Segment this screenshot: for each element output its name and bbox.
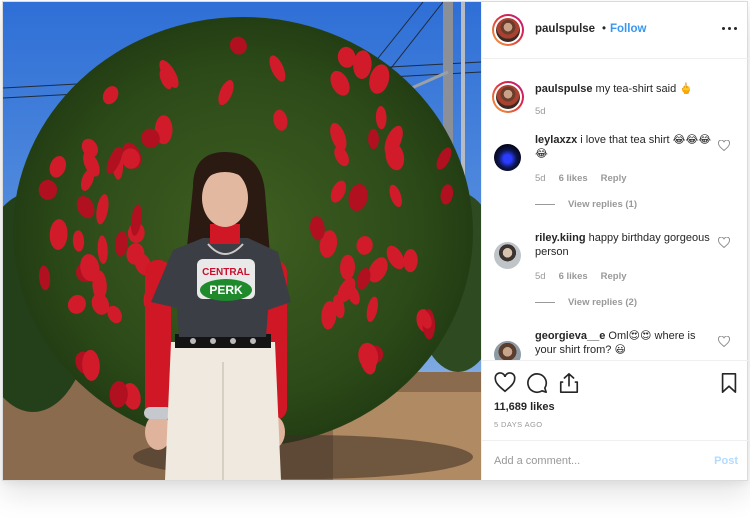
author-avatar[interactable]	[492, 14, 524, 46]
comment-text: riley.kiing happy birthday gorgeous pers…	[535, 231, 713, 259]
comment-like-heart-icon[interactable]	[718, 237, 730, 248]
comment-meta: 5d 6 likes Reply	[535, 271, 640, 282]
flower-cluster	[38, 179, 58, 200]
comment-username[interactable]: leylaxzx	[535, 134, 577, 146]
comment-avatar[interactable]	[494, 341, 521, 360]
bookmark-icon[interactable]	[718, 372, 740, 394]
shirt-logo-line2: PERK	[209, 283, 243, 297]
shirt-logo-line1: CENTRAL	[202, 267, 250, 278]
caption-avatar[interactable]	[492, 81, 524, 113]
post-card: CENTRAL PERK paulspulse • Follow paulspu…	[2, 1, 748, 481]
follow-button[interactable]: Follow	[610, 23, 646, 35]
share-icon[interactable]	[558, 372, 580, 394]
photo-illustration: CENTRAL PERK	[3, 2, 481, 480]
view-replies-button[interactable]: View replies (2)	[535, 297, 637, 308]
comment-likes[interactable]: 6 likes	[559, 173, 588, 184]
comment-username[interactable]: paulspulse	[535, 83, 592, 95]
comment-text: georgieva__e Oml😍😍 where is your shirt f…	[535, 329, 713, 357]
comment-like-heart-icon[interactable]	[718, 336, 730, 347]
post-side-panel: paulspulse • Follow paulspulse my tea-sh…	[481, 2, 748, 480]
post-header: paulspulse • Follow	[482, 2, 748, 59]
replies-divider-line	[535, 203, 555, 205]
comment-age: 5d	[535, 271, 546, 282]
heart-icon[interactable]	[494, 372, 516, 394]
comment-like-heart-icon[interactable]	[718, 140, 730, 151]
author-username[interactable]: paulspulse	[535, 23, 595, 35]
comment-icon[interactable]	[526, 372, 548, 394]
view-replies-button[interactable]: View replies (1)	[535, 199, 637, 210]
comment-avatar[interactable]	[494, 144, 521, 171]
post-timestamp: 5 DAYS AGO	[494, 420, 543, 429]
comment-username[interactable]: georgieva__e	[535, 330, 605, 342]
comments-list[interactable]: paulspulse my tea-shirt said 🖕 5d leylax…	[482, 60, 748, 360]
reply-button[interactable]: Reply	[601, 271, 627, 282]
comment-avatar[interactable]	[494, 242, 521, 269]
comment-likes[interactable]: 6 likes	[559, 271, 588, 282]
view-replies-label: View replies (1)	[568, 199, 637, 210]
add-comment-bar: Post	[482, 440, 748, 481]
post-comment-button[interactable]: Post	[714, 455, 738, 467]
post-photo[interactable]: CENTRAL PERK	[3, 2, 481, 480]
comment-text: leylaxzx i love that tea shirt 😂😂😂😂	[535, 133, 713, 161]
comment-age: 5d	[535, 173, 546, 184]
comment-age: 5d	[535, 106, 546, 117]
view-replies-label: View replies (2)	[568, 297, 637, 308]
caption-text: paulspulse my tea-shirt said 🖕	[535, 82, 713, 96]
post-actions: 11,689 likes 5 DAYS AGO Post	[482, 360, 748, 480]
comment-meta: 5d	[535, 106, 559, 117]
comment-body: my tea-shirt said 🖕	[595, 83, 693, 95]
comment-meta: 5d 6 likes Reply	[535, 173, 640, 184]
comment-username[interactable]: riley.kiing	[535, 232, 586, 244]
reply-button[interactable]: Reply	[601, 173, 627, 184]
likes-count[interactable]: 11,689 likes	[494, 401, 555, 413]
replies-divider-line	[535, 301, 555, 303]
comment-input[interactable]	[494, 452, 694, 470]
more-options-icon[interactable]	[720, 20, 740, 36]
separator-dot: •	[602, 23, 607, 35]
